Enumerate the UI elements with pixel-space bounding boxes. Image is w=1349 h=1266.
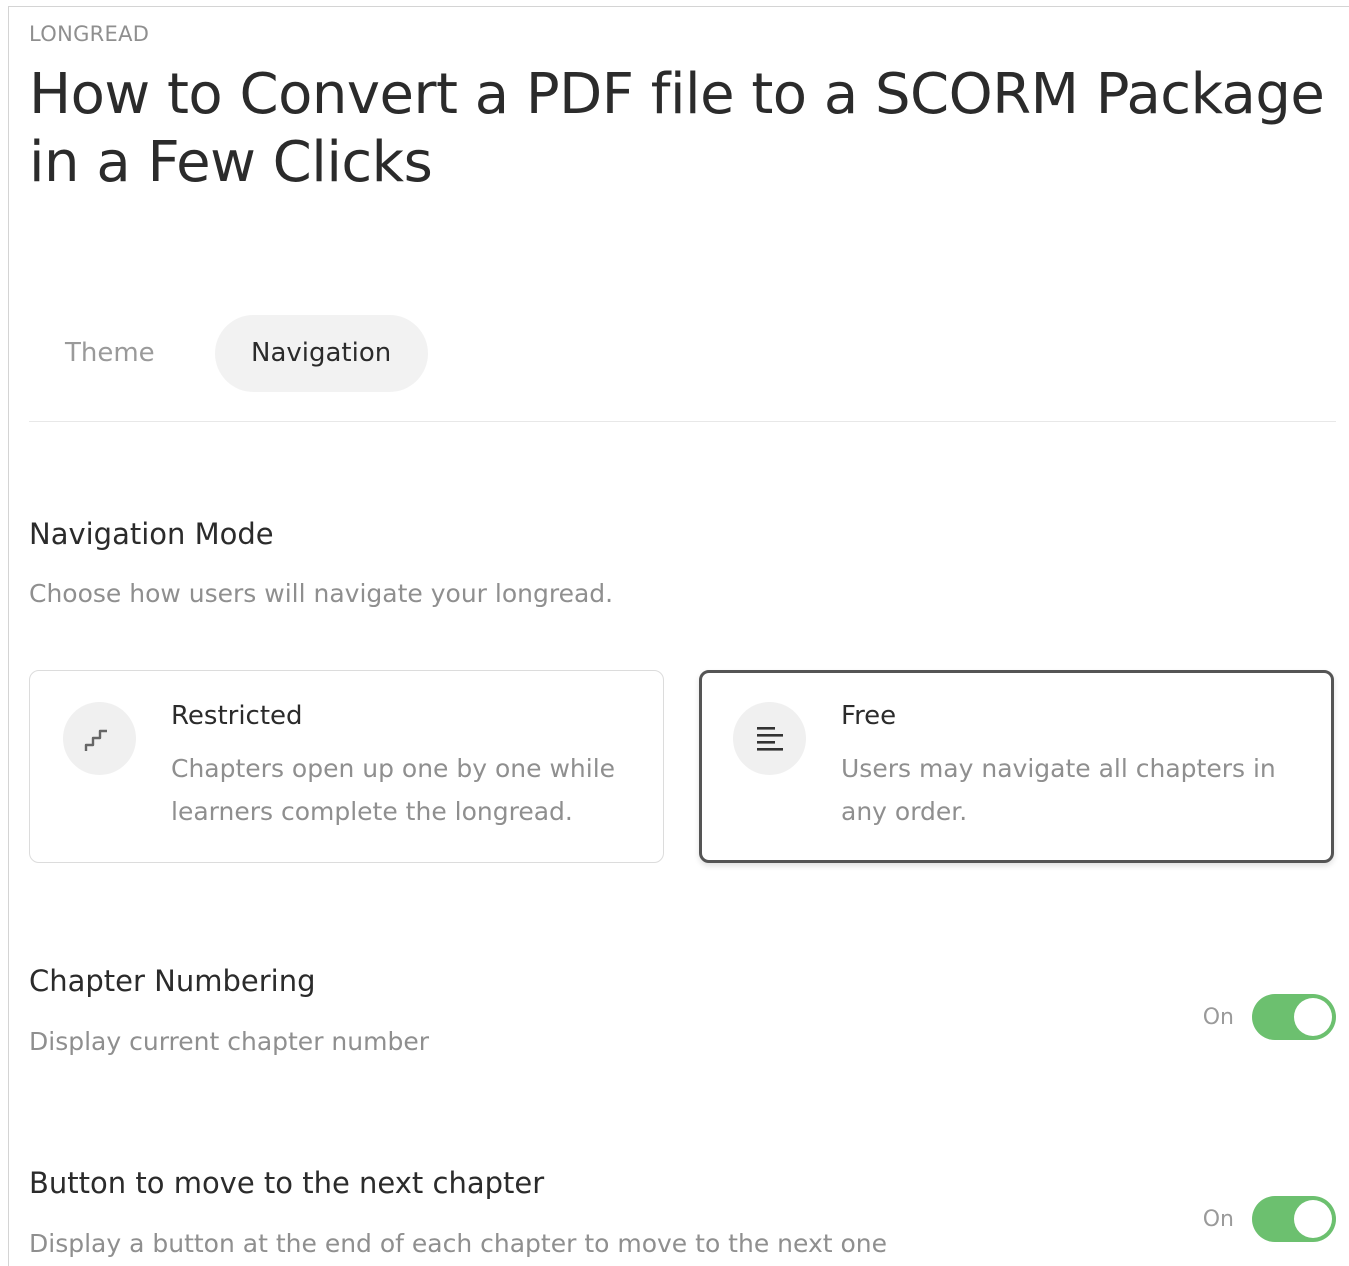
stairs-icon [63, 702, 136, 775]
tab-navigation[interactable]: Navigation [215, 315, 428, 392]
navigation-mode-description: Choose how users will navigate your long… [29, 579, 614, 608]
content-type-label: LONGREAD [29, 22, 150, 46]
navigation-option-free[interactable]: Free Users may navigate all chapters in … [699, 670, 1334, 863]
settings-tabs: Theme Navigation [29, 315, 1336, 422]
option-description: Users may navigate all chapters in any o… [841, 754, 1276, 826]
editor-panel: LONGREAD How to Convert a PDF file to a … [8, 6, 1349, 1266]
navigation-mode-title: Navigation Mode [29, 517, 274, 551]
next-chapter-button-control: On [1203, 1196, 1336, 1242]
page-title: How to Convert a PDF file to a SCORM Pac… [29, 62, 1325, 195]
next-chapter-button-toggle[interactable] [1252, 1196, 1336, 1242]
chapter-numbering-title: Chapter Numbering [29, 964, 316, 998]
option-description: Chapters open up one by one while learne… [171, 754, 616, 826]
chapter-numbering-description: Display current chapter number [29, 1027, 429, 1056]
toggle-knob [1294, 1200, 1332, 1238]
tab-theme[interactable]: Theme [29, 315, 191, 392]
next-chapter-button-title: Button to move to the next chapter [29, 1166, 545, 1200]
navigation-option-restricted[interactable]: Restricted Chapters open up one by one w… [29, 670, 664, 863]
chapter-numbering-control: On [1203, 994, 1336, 1040]
toggle-state-label: On [1202, 1004, 1234, 1030]
toggle-knob [1294, 998, 1332, 1036]
option-title: Restricted [171, 701, 303, 731]
next-chapter-button-description: Display a button at the end of each chap… [29, 1229, 888, 1258]
chapter-numbering-toggle[interactable] [1252, 994, 1336, 1040]
option-title: Free [841, 701, 897, 731]
toggle-state-label: On [1202, 1206, 1234, 1232]
align-left-icon [733, 702, 806, 775]
